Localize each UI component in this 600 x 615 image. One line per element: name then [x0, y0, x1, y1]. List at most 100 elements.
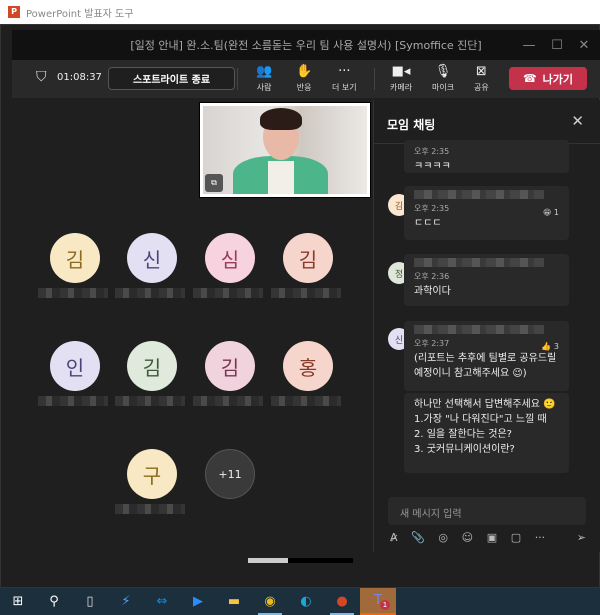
- people-icon: 👥: [256, 64, 273, 79]
- close-window-button[interactable]: ✕: [570, 30, 598, 60]
- video-person: [268, 161, 294, 194]
- participant-avatar[interactable]: 신: [127, 233, 177, 283]
- participant-avatar[interactable]: 홍: [283, 341, 333, 391]
- leave-button[interactable]: ☎ 나가기: [509, 67, 587, 90]
- message-text: 3. 굿커뮤니케이션이란?: [414, 444, 515, 455]
- minimize-button[interactable]: —: [515, 30, 543, 60]
- participant-avatar[interactable]: 심: [205, 233, 255, 283]
- participant-name-blurred: [193, 288, 263, 298]
- emoji-icon[interactable]: ☺: [462, 531, 473, 544]
- chat-message: 오후 2:35 ㅋㅋㅋㅋ: [404, 140, 569, 173]
- message-text: 2. 일을 잘한다는 것은?: [414, 429, 512, 440]
- spotlight-video[interactable]: ⧉: [199, 102, 371, 198]
- divider: [374, 68, 375, 90]
- participant-name-blurred: [115, 396, 185, 406]
- attach-icon[interactable]: 📎: [411, 531, 425, 544]
- maximize-button[interactable]: ☐: [543, 30, 571, 60]
- participant-name-blurred: [38, 288, 108, 298]
- gif-icon[interactable]: ▣: [487, 531, 497, 544]
- message-text: ㅋㅋㅋㅋ: [414, 161, 451, 172]
- participant-avatar[interactable]: 구: [127, 449, 177, 499]
- windows-taskbar: ⊞ ⚲ ▯ ⚡ ⇔ ▶ ▬ ◉ ◐ ● T 1: [0, 588, 600, 615]
- share-button[interactable]: ⊠ 공유: [474, 64, 489, 93]
- phone-hangup-icon: ☎: [522, 72, 537, 85]
- pop-out-icon[interactable]: ⧉: [205, 174, 223, 192]
- participant-avatar[interactable]: 김: [205, 341, 255, 391]
- chat-message: 오후 2:37 (리포트는 추후에 팀별로 공유드릴 예정이니 참고해주세요 😉…: [404, 321, 569, 391]
- teams-icon[interactable]: T1: [360, 588, 396, 615]
- mic-button[interactable]: 🎙 마이크: [432, 64, 454, 93]
- message-text: 과학이다: [414, 286, 451, 297]
- divider: [237, 68, 238, 90]
- participant-name-blurred: [193, 396, 263, 406]
- more-participants-button[interactable]: +11: [205, 449, 255, 499]
- meeting-timer: 01:08:37: [57, 72, 102, 83]
- chat-message: 오후 2:36 과학이다: [404, 254, 569, 306]
- file-explorer-icon[interactable]: ▬: [216, 588, 252, 615]
- participant-name-blurred: [115, 504, 185, 514]
- chat-panel: 모임 채팅 ✕ 오후 2:35 ㅋㅋㅋㅋ 김 오후 2:35 ㄷㄷㄷ 😁 1 정…: [373, 100, 600, 552]
- video-person: [260, 108, 302, 130]
- participant-avatar[interactable]: 김: [127, 341, 177, 391]
- people-button[interactable]: 👥 사람: [256, 64, 272, 93]
- notification-badge: 1: [380, 600, 390, 610]
- message-time: 오후 2:36: [414, 272, 450, 281]
- more-options-icon[interactable]: ···: [535, 531, 546, 544]
- chat-title: 모임 채팅: [374, 100, 600, 144]
- participant-avatar[interactable]: 김: [283, 233, 333, 283]
- scrollbar-thumb[interactable]: [248, 558, 288, 563]
- edge-icon[interactable]: ◐: [288, 588, 324, 615]
- compose-toolbar: A̷ 📎 ◎ ☺ ▣ ▢ ··· ➢: [390, 531, 586, 544]
- participant-name-blurred: [271, 396, 341, 406]
- message-text: 하나만 선택해서 답변해주세요 🙂: [414, 399, 556, 410]
- sticker-icon[interactable]: ▢: [511, 531, 521, 544]
- loop-icon[interactable]: ◎: [438, 531, 448, 544]
- sender-name-blurred: [414, 190, 544, 199]
- participant-avatar[interactable]: 김: [50, 233, 100, 283]
- message-text: ㄷㄷㄷ: [414, 218, 442, 229]
- zoom-icon[interactable]: ▶: [180, 588, 216, 615]
- message-time: 오후 2:35: [414, 147, 450, 156]
- message-text: 1.가장 "나 다워진다"고 느낄 때: [414, 414, 547, 425]
- powerpoint-icon[interactable]: ●: [324, 588, 360, 615]
- chat-message: 하나만 선택해서 답변해주세요 🙂 1.가장 "나 다워진다"고 느낄 때 2.…: [404, 393, 569, 473]
- search-icon[interactable]: ⚲: [36, 588, 72, 615]
- scrollbar[interactable]: [248, 558, 353, 563]
- teamviewer-icon[interactable]: ⇔: [144, 588, 180, 615]
- chat-message: 오후 2:35 ㄷㄷㄷ 😁 1: [404, 186, 569, 240]
- participant-name-blurred: [115, 288, 185, 298]
- participant-name-blurred: [38, 396, 108, 406]
- camera-icon: ■◂: [391, 64, 411, 79]
- more-icon: ···: [338, 64, 351, 79]
- message-time: 오후 2:35: [414, 204, 450, 213]
- app-title: PowerPoint 발표자 도구: [26, 8, 134, 20]
- reaction-badge[interactable]: 😁 1: [543, 205, 559, 220]
- camera-button[interactable]: ■◂ 카메라: [390, 64, 412, 93]
- raise-hand-icon: ✋: [296, 64, 313, 79]
- microphone-icon: 🎙: [434, 64, 452, 79]
- more-button[interactable]: ··· 더 보기: [332, 64, 357, 93]
- participant-avatar[interactable]: 인: [50, 341, 100, 391]
- close-chat-button[interactable]: ✕: [571, 112, 584, 130]
- sender-name-blurred: [414, 258, 544, 267]
- participant-name-blurred: [271, 288, 341, 298]
- windows-start-icon[interactable]: ⊞: [0, 588, 36, 615]
- bolt-app-icon[interactable]: ⚡: [108, 588, 144, 615]
- powerpoint-logo-icon: P: [8, 6, 20, 18]
- message-time: 오후 2:37: [414, 339, 450, 348]
- meeting-toolbar: ⛉ 01:08:37 스포트라이트 종료 👥 사람 ✋ 반응 ··· 더 보기 ■◂ 카…: [12, 60, 600, 98]
- message-input[interactable]: 새 메시지 입력: [388, 497, 586, 525]
- message-text: (리포트는 추후에 팀별로 공유드릴 예정이니 참고해주세요 😉): [414, 353, 557, 379]
- stop-spotlight-button[interactable]: 스포트라이트 종료: [108, 67, 235, 90]
- meeting-title: [일정 안내] 완.소.팀(완전 소름돋는 우리 팀 사용 설명서) [Symo…: [12, 30, 600, 60]
- task-view-icon[interactable]: ▯: [72, 588, 108, 615]
- reactions-button[interactable]: ✋ 반응: [296, 64, 312, 93]
- send-icon[interactable]: ➢: [577, 531, 586, 544]
- shield-icon[interactable]: ⛉: [36, 69, 47, 85]
- stop-share-icon: ⊠: [475, 64, 487, 79]
- app-title-bar: P PowerPoint 발표자 도구: [0, 0, 600, 24]
- sender-name-blurred: [414, 325, 544, 334]
- chrome-icon[interactable]: ◉: [252, 588, 288, 615]
- format-icon[interactable]: A̷: [390, 531, 398, 544]
- reaction-badge[interactable]: 👍 3: [541, 339, 559, 354]
